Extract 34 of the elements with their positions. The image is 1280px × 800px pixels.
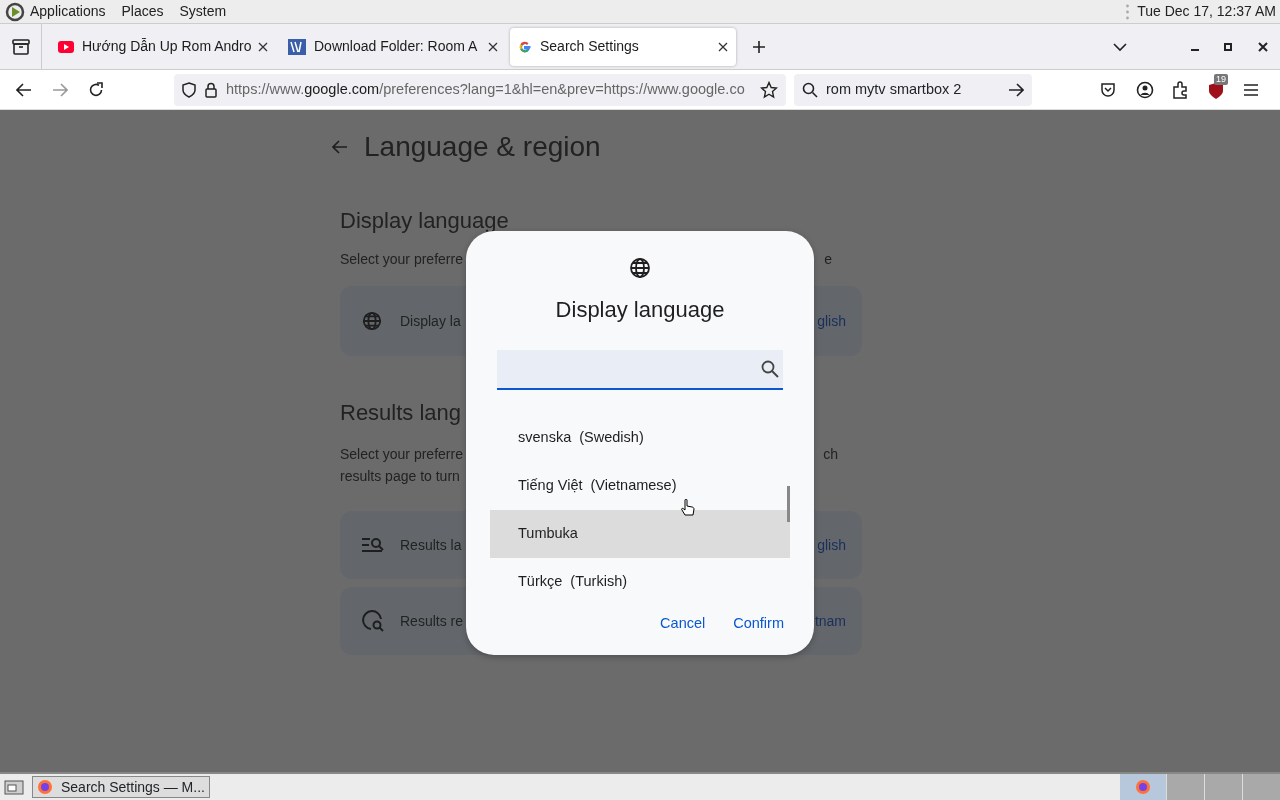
setting-value: tnam [814, 611, 846, 631]
menu-item[interactable]: Applications [30, 1, 106, 22]
section-heading: Results lang [340, 399, 462, 427]
clock[interactable]: Tue Dec 17, 12:37 AM [1137, 1, 1276, 22]
search-text: rom mytv smartbox 2 [826, 79, 962, 99]
dialog-title: Display language [555, 296, 725, 324]
language-option[interactable]: Türkçe (Turkish) [490, 558, 790, 606]
setting-value: glish [817, 311, 846, 331]
section-description: ch [823, 445, 838, 464]
language-option[interactable]: Tumbuka [490, 510, 790, 558]
section-description: results page to turn [340, 467, 460, 486]
setting-label: Results la [400, 535, 462, 555]
page-title: Language & region [364, 130, 601, 164]
section-description: e [824, 250, 832, 269]
section-description: Select your preferre [340, 250, 463, 269]
language-option[interactable]: Tiếng Việt (Vietnamese) [490, 462, 790, 510]
section-heading: Display language [340, 207, 509, 235]
confirm-button[interactable]: Confirm [727, 612, 790, 636]
menu-item[interactable]: System [179, 1, 227, 22]
setting-value: glish [817, 535, 846, 555]
tab[interactable]: Download Folder: Room A [280, 27, 506, 66]
tab[interactable]: Hướng Dẫn Up Rom Andro [50, 27, 276, 66]
cancel-button[interactable]: Cancel [654, 612, 712, 636]
setting-label: Results re [400, 611, 464, 631]
setting-label: Display la [400, 311, 461, 331]
address-bar[interactable]: https://www.google.com/preferences?lang=1&hl=en&prev=https://www.google.co [174, 73, 786, 106]
tab[interactable]: Search Settings [510, 27, 736, 66]
section-description: Select your preferre [340, 445, 463, 464]
taskbar-button[interactable]: Search Settings — M... [32, 776, 210, 798]
language-option[interactable]: svenska (Swedish) [490, 414, 790, 462]
url-text[interactable]: https://www.google.com/preferences?lang=1&hl=en&prev=https://www.google.co [226, 78, 746, 101]
search-bar[interactable]: rom mytv smartbox 2 [794, 73, 1032, 106]
extension-badge: 19 [1214, 73, 1228, 85]
menu-item[interactable]: Places [121, 1, 164, 22]
